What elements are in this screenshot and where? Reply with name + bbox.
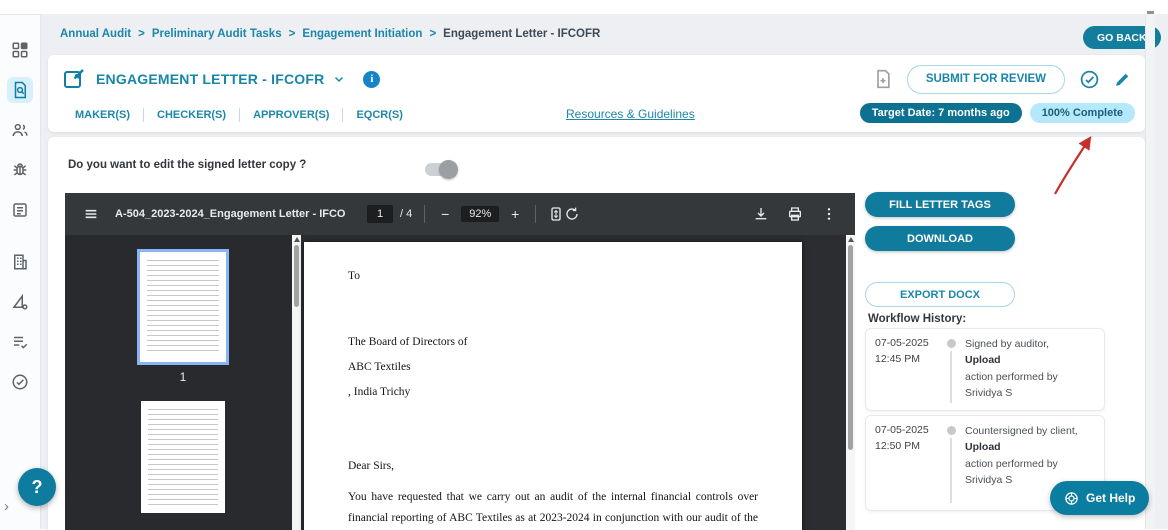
page-thumbnail-preview [148,409,218,505]
breadcrumb-item[interactable]: Preliminary Audit Tasks [152,28,282,40]
zoom-in-button[interactable]: + [507,206,523,222]
workflow-history-title: Workflow History: [868,313,967,325]
breadcrumb-current: Engagement Letter - IFCOFR [443,28,601,40]
bug-icon[interactable] [7,157,33,183]
workflow-history-entry: 07-05-2025 12:45 PM Signed by auditor, U… [865,328,1105,411]
role-tabs: MAKER(S) CHECKER(S) APPROVER(S) EQCR(S) … [48,100,1145,130]
document-search-icon[interactable] [7,77,33,103]
edit-letter-toggle[interactable] [425,160,458,179]
tab-checkers[interactable]: CHECKER(S) [144,108,241,122]
tab-approvers[interactable]: APPROVER(S) [240,108,344,122]
page-thumbnail-preview [147,260,219,354]
approve-check-circle-icon[interactable] [1079,69,1100,90]
letter-body-paragraph: You have requested that we carry out an … [348,491,758,524]
pdf-page-input[interactable]: 1 [367,205,393,223]
chevron-down-icon[interactable] [333,73,345,85]
pdf-page-total: / 4 [400,208,413,220]
download-button[interactable]: DOWNLOAD [865,226,1015,251]
main-content-card: Do you want to edit the signed letter co… [48,137,1145,530]
sidebar-expand-chevron-icon[interactable]: › [4,498,9,515]
lifebuoy-icon [1065,491,1078,505]
header-card: ENGAGEMENT LETTER - IFCOFR i SUBMIT FOR … [48,55,1145,132]
submit-for-review-button[interactable]: SUBMIT FOR REVIEW [906,64,1065,94]
edit-letter-question: Do you want to edit the signed letter co… [68,159,307,171]
fill-letter-tags-button[interactable]: FILL LETTER TAGS [865,192,1015,217]
get-help-button[interactable]: Get Help [1050,481,1150,515]
article-icon[interactable] [7,197,33,223]
breadcrumb-item[interactable]: Engagement Initiation [302,28,422,40]
breadcrumb: Annual Audit > Preliminary Audit Tasks >… [60,28,600,40]
app-window: ? › Annual Audit > Preliminary Audit Tas… [0,0,1168,530]
measure-settings-icon[interactable] [7,289,33,315]
info-icon[interactable]: i [363,70,381,88]
pdf-page-1: To The Board of Directors of ABC Textile… [304,242,802,530]
timeline-dot [946,339,956,348]
export-docx-button[interactable]: EXPORT DOCX [865,282,1015,307]
entry-description: Signed by auditor, Upload action perform… [965,338,1058,399]
pdf-zoom-level[interactable]: 92% [461,206,500,222]
pdf-page-scrollbar[interactable] [846,235,855,530]
building-icon[interactable] [7,249,33,275]
pdf-viewer: A-504_2023-2024_Engagement Letter - IFCO… [65,193,855,530]
download-icon[interactable] [753,206,769,222]
thumbnail-page-number: 1 [179,370,187,384]
window-scrollbar[interactable] [1145,14,1155,529]
timeline-connector [950,438,952,503]
users-icon[interactable] [7,117,33,143]
engagement-letter-icon [62,67,86,91]
pdf-file-name: A-504_2023-2024_Engagement Letter - IFCO… [115,208,345,220]
dashboard-icon[interactable] [7,37,33,63]
rotate-icon[interactable] [564,206,580,222]
timeline-dot [946,426,956,435]
pdf-menu-icon[interactable] [83,206,99,222]
letter-address: The Board of Directors of ABC Textiles ,… [348,336,468,398]
tab-eqcr[interactable]: EQCR(S) [343,108,415,122]
zoom-out-button[interactable]: − [437,206,453,222]
help-fab-button[interactable]: ? [18,468,56,506]
pdf-thumbnail-panel: 1 [65,235,301,530]
left-sidebar [0,14,41,529]
breadcrumb-item[interactable]: Annual Audit [60,28,131,40]
target-date-badge: Target Date: 7 months ago [859,103,1022,123]
letter-to-line: To [348,270,360,282]
toggle-knob [439,160,458,179]
letter-salutation: Dear Sirs, [348,460,394,472]
resources-guidelines-link[interactable]: Resources & Guidelines [566,107,695,121]
breadcrumb-separator: > [138,28,145,40]
task-list-icon[interactable] [7,329,33,355]
pdf-page-area: To The Board of Directors of ABC Textile… [301,235,855,530]
more-options-icon[interactable] [821,206,837,222]
page-title: ENGAGEMENT LETTER - IFCOFR [96,71,325,87]
tab-makers[interactable]: MAKER(S) [62,108,144,122]
entry-timestamp: 07-05-2025 12:50 PM [875,424,929,452]
breadcrumb-separator: > [288,28,296,40]
add-document-icon[interactable] [873,69,893,89]
edit-pencil-icon[interactable] [1114,71,1131,88]
entry-timestamp: 07-05-2025 12:45 PM [875,337,929,365]
completion-badge: 100% Complete [1029,103,1135,123]
pdf-thumbnail-page-2[interactable] [141,401,225,513]
timeline-connector [950,351,952,403]
breadcrumb-separator: > [429,28,437,40]
print-icon[interactable] [787,206,803,222]
thumbnail-scrollbar[interactable] [292,235,301,530]
fit-to-page-icon[interactable] [548,206,564,222]
pdf-toolbar: A-504_2023-2024_Engagement Letter - IFCO… [65,193,855,235]
check-circle-icon[interactable] [7,369,33,395]
pdf-thumbnail-page-1[interactable] [137,249,229,365]
